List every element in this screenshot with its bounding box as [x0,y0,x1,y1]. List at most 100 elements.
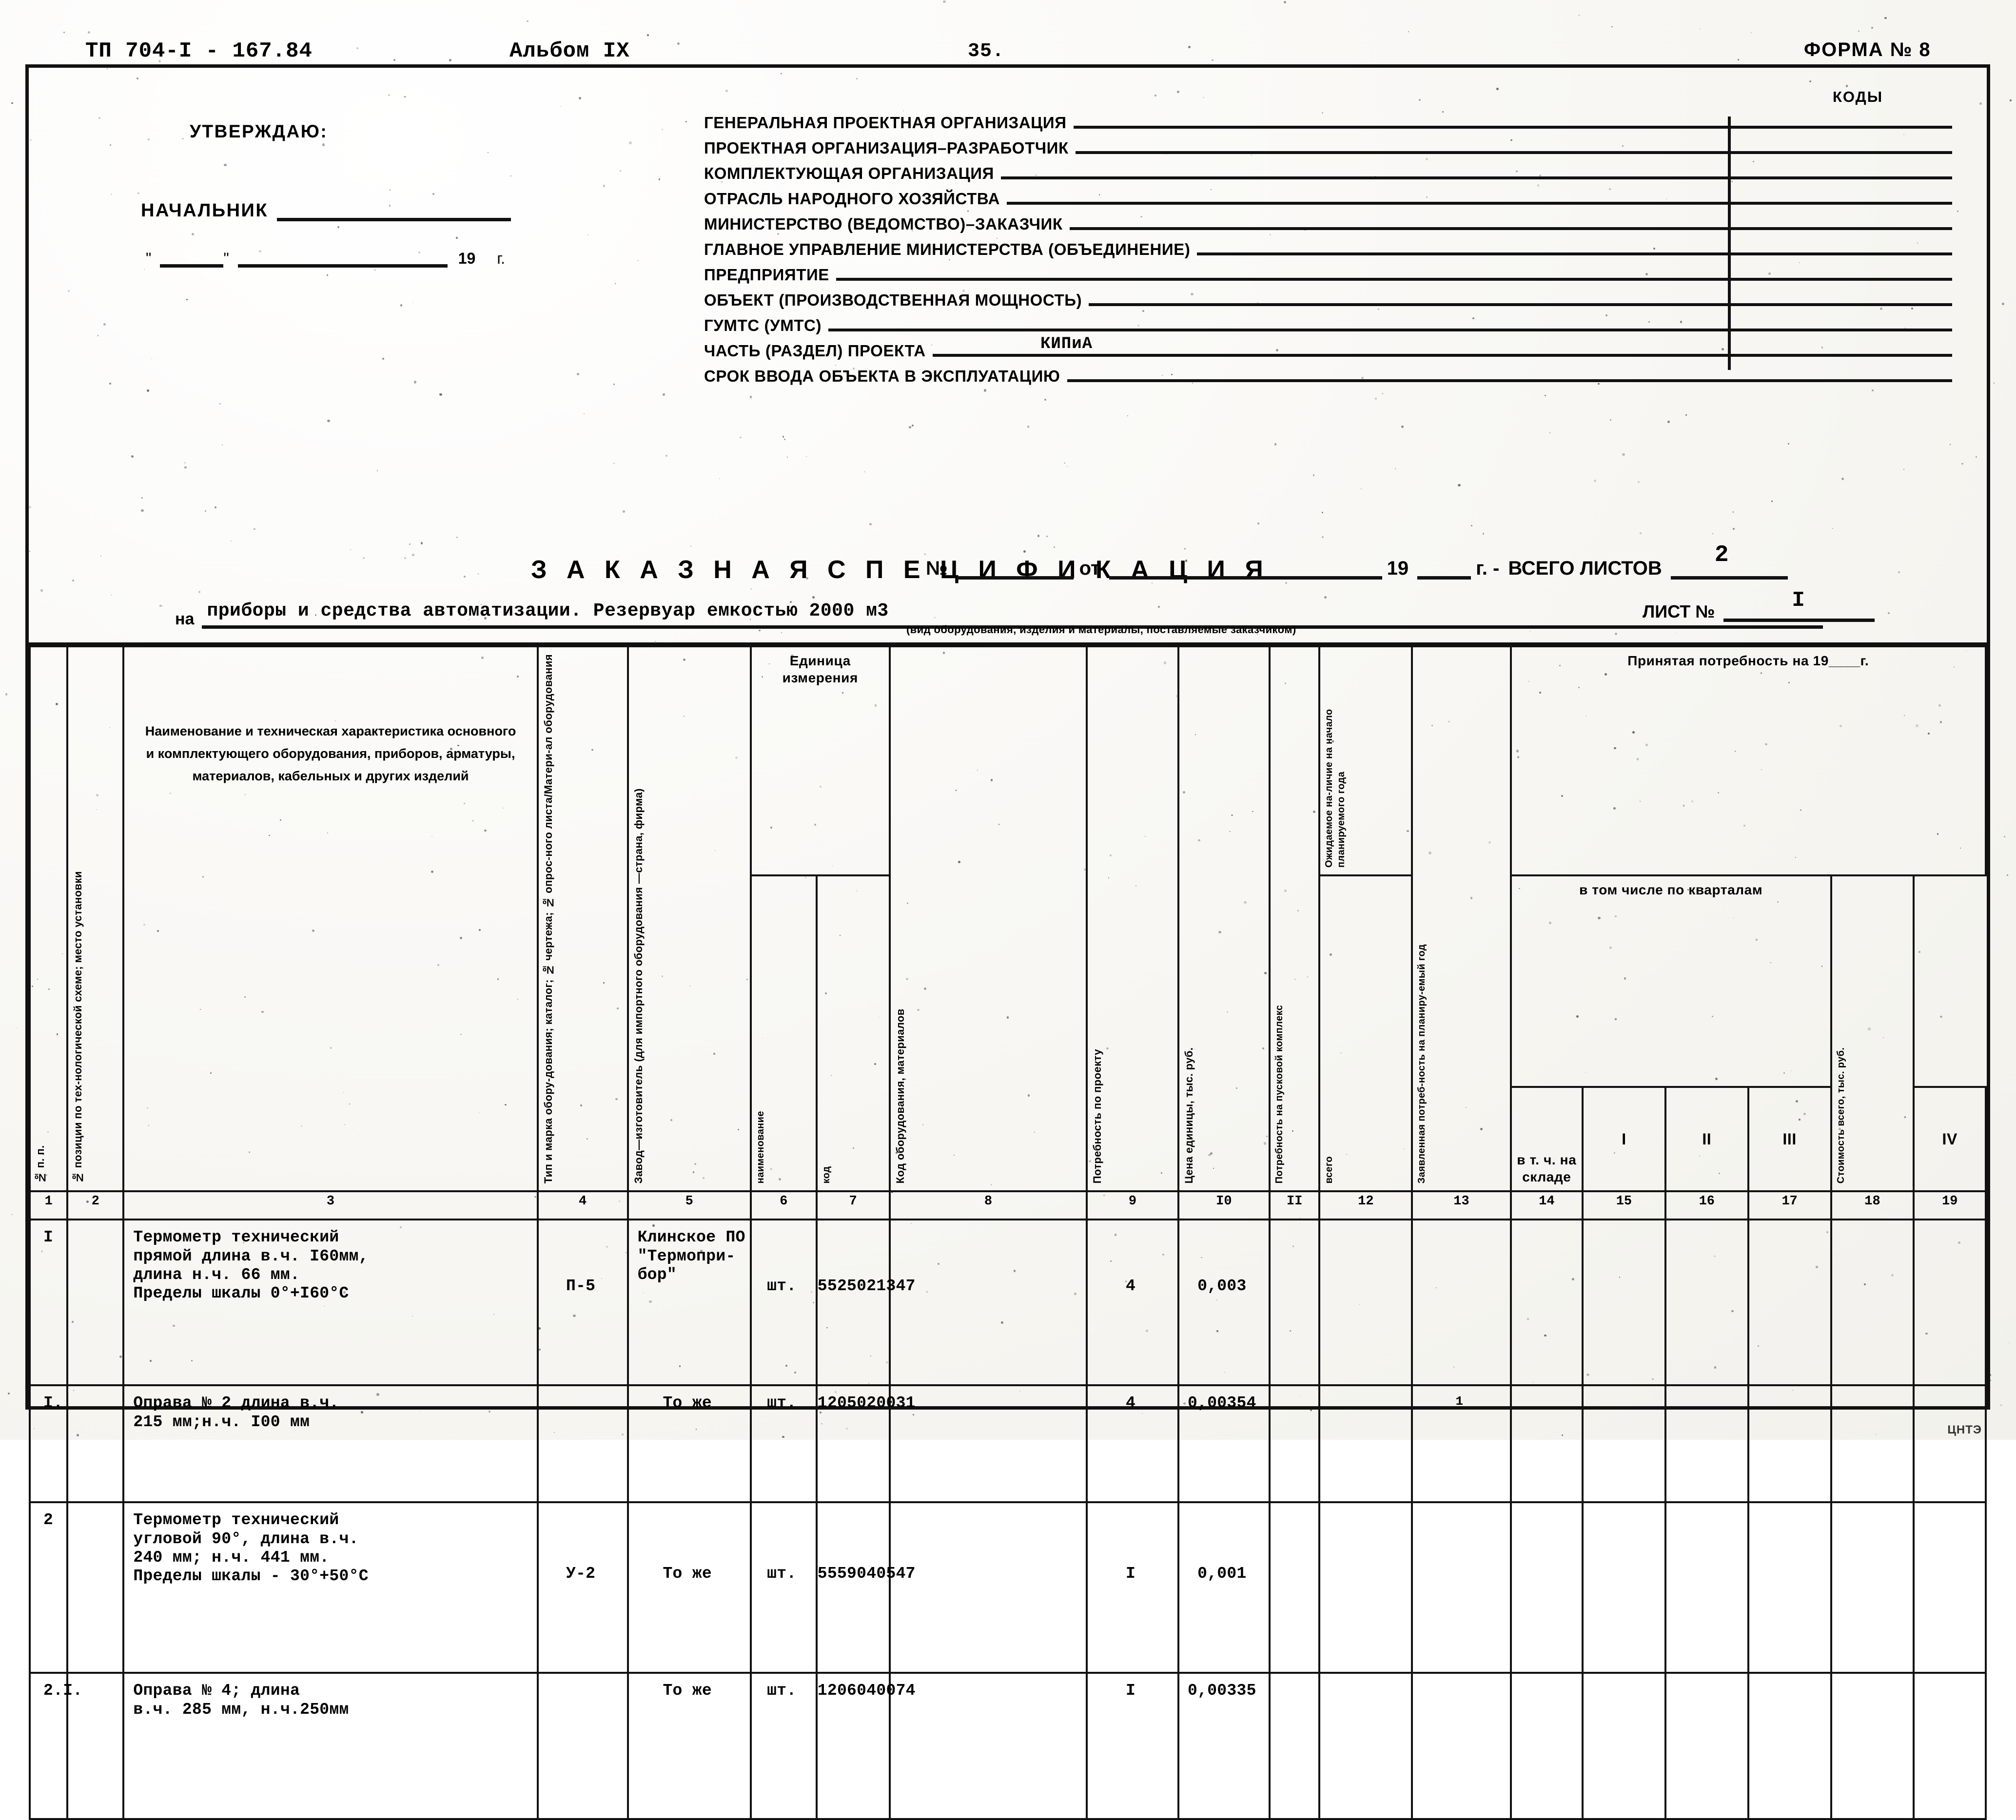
cell-accepted-total [1511,1220,1583,1385]
cell-q3 [1748,1220,1831,1385]
cell-quantity: 4 [1087,1220,1178,1385]
colnum-16: 16 [1665,1191,1748,1220]
field-input-line[interactable] [1076,151,1952,154]
field-row: СРОК ВВОДА ОБЪЕКТА В ЭКСПЛУАТАЦИЮ [704,360,1952,386]
day-line[interactable] [160,252,223,268]
header-col-11: Потребность на пусковой комплекс [1270,646,1319,1191]
cell-q3 [1748,1502,1831,1673]
cell-type-mark: У-2 [538,1502,628,1673]
table-row: 2 Термометр технический угловой 90°, дли… [30,1502,1986,1673]
year-line[interactable] [1417,566,1471,580]
total-sheets-line[interactable]: 2 [1671,565,1788,580]
sheet-number-line[interactable]: I [1723,608,1875,622]
spec-number-row: № от 19 г. - ВСЕГО ЛИСТОВ 2 [926,558,1788,580]
project-section-value: КИПиА [1040,335,1093,353]
field-input-line[interactable] [1067,379,1952,382]
cell-item-no: 2 [30,1502,67,1673]
footer-mark: ЦНТЭ [1947,1423,1982,1437]
number-label: № [926,558,948,580]
from-date-line[interactable] [1109,565,1382,580]
quote-open: " [146,250,151,268]
field-row: МИНИСТЕРСТВО (ВЕДОМСТВО)–ЗАКАЗЧИК [704,208,1952,233]
cell-equipment-code [890,1673,1087,1819]
year-suffix: г. - [1476,558,1499,580]
cell-q2 [1665,1385,1748,1502]
field-input-line[interactable] [836,277,1952,281]
header-col-2: № позиции по тех-нологической схеме; мес… [67,646,123,1191]
year-suffix: г. [497,250,505,268]
colnum-7: 7 [817,1191,890,1220]
field-label: ОБЪЕКТ (ПРОИЗВОДСТВЕННАЯ МОЩНОСТЬ) [704,291,1082,310]
cell-unit-code: 1205020031 [817,1385,890,1502]
colnum-2: 2 [67,1191,123,1220]
field-input-line[interactable] [1197,252,1952,255]
field-input-line[interactable] [1001,176,1952,179]
cell-manufacturer: То же [628,1385,751,1502]
cell-q1 [1583,1220,1665,1385]
table-header-row: № п. п. № позиции по тех-нологической сх… [30,646,1986,875]
field-input-line[interactable] [933,353,1952,357]
field-input-line[interactable] [1089,303,1952,306]
field-input-line[interactable] [1070,227,1952,230]
field-row: ПРЕДПРИЯТИЕ [704,259,1952,284]
codes-column-label: КОДЫ [1833,88,1883,106]
cell-q2 [1665,1220,1748,1385]
cell-equipment-code [890,1502,1087,1673]
header-col-8: Код оборудования, материалов [890,646,1087,1191]
colnum-12: 12 [1319,1191,1412,1220]
table-row: I. Оправа № 2 длина в.ч. 215 мм;н.ч. I00… [30,1385,1986,1502]
cell-declared-need [1412,1502,1510,1673]
field-row: ЧАСТЬ (РАЗДЕЛ) ПРОЕКТА КИПиА [704,335,1952,360]
table-row: I Термометр технический прямой длина в.ч… [30,1220,1986,1385]
cell-type-mark [538,1385,628,1502]
colnum-8: 8 [890,1191,1087,1220]
cell-unit-price: 0,00354 [1178,1385,1270,1502]
field-label: МИНИСТЕРСТВО (ВЕДОМСТВО)–ЗАКАЗЧИК [704,215,1063,233]
document-code: ТП 704-I - 167.84 [85,39,313,63]
cell-unit-name: шт. [751,1385,817,1502]
total-sheets-label: ВСЕГО ЛИСТОВ [1508,558,1662,580]
cell-q2 [1665,1673,1748,1819]
cell-position [67,1502,123,1673]
cell-manufacturer: Клинское ПО "Термопри- бор" [628,1220,751,1385]
cell-item-no: I [30,1220,67,1385]
header-group-accepted: Принятая потребность на 19____г. [1511,646,1986,875]
page-header-row: ТП 704-I - 167.84 Альбом IX 35. ФОРМА № … [0,14,2016,53]
month-line[interactable] [238,252,448,268]
cell-accepted-total [1511,1385,1583,1502]
chief-signature-line[interactable] [277,201,511,221]
header-col-14: всего [1319,875,1412,1191]
header-col-16: II [1665,1087,1748,1191]
cell-unit-name: шт. [751,1673,817,1819]
colnum-18: 18 [1831,1191,1914,1220]
cell-q4 [1831,1673,1914,1819]
field-label: ГЛАВНОЕ УПРАВЛЕНИЕ МИНИСТЕРСТВА (ОБЪЕДИН… [704,240,1190,259]
cell-unit-code: 5525021347 [817,1220,890,1385]
number-line[interactable] [957,565,1074,580]
field-row: ОБЪЕКТ (ПРОИЗВОДСТВЕННАЯ МОЩНОСТЬ) [704,284,1952,310]
cell-declared-need [1412,1673,1510,1819]
field-row: ГЛАВНОЕ УПРАВЛЕНИЕ МИНИСТЕРСТВА (ОБЪЕДИН… [704,233,1952,259]
organization-fields: ГЕНЕРАЛЬНАЯ ПРОЕКТНАЯ ОРГАНИЗАЦИЯ ПРОЕКТ… [704,107,1952,386]
header-group-units: Единица измерения [751,646,890,875]
header-col-6: наименование [751,875,817,1191]
quote-close: " [223,250,229,268]
field-input-line[interactable] [828,328,1952,331]
album-label: Альбом IX [509,39,630,63]
cell-declared-need [1412,1220,1510,1385]
approval-date-row: " " 19 г. [146,250,667,268]
header-col-12: Ожидаемое на-личие на начало планируемог… [1319,646,1412,875]
field-label: ОТРАСЛЬ НАРОДНОГО ХОЗЯЙСТВА [704,190,1000,208]
colnum-6: 6 [751,1191,817,1220]
field-input-line[interactable] [1007,201,1952,205]
column-number-row: 1 2 3 4 5 6 7 8 9 I0 II 12 13 14 15 16 1… [30,1191,1986,1220]
field-input-line[interactable] [1074,125,1952,129]
cell-manufacturer: То же [628,1502,751,1673]
header-col-15: I [1583,1087,1665,1191]
header-col-9: Потребность по проекту [1087,646,1178,1191]
colnum-5: 5 [628,1191,751,1220]
cell-q1 [1583,1502,1665,1673]
total-sheets-value: 2 [1715,542,1729,568]
cell-type-mark: П-5 [538,1220,628,1385]
spec-subject: приборы и средства автоматизации. Резерв… [207,600,888,621]
